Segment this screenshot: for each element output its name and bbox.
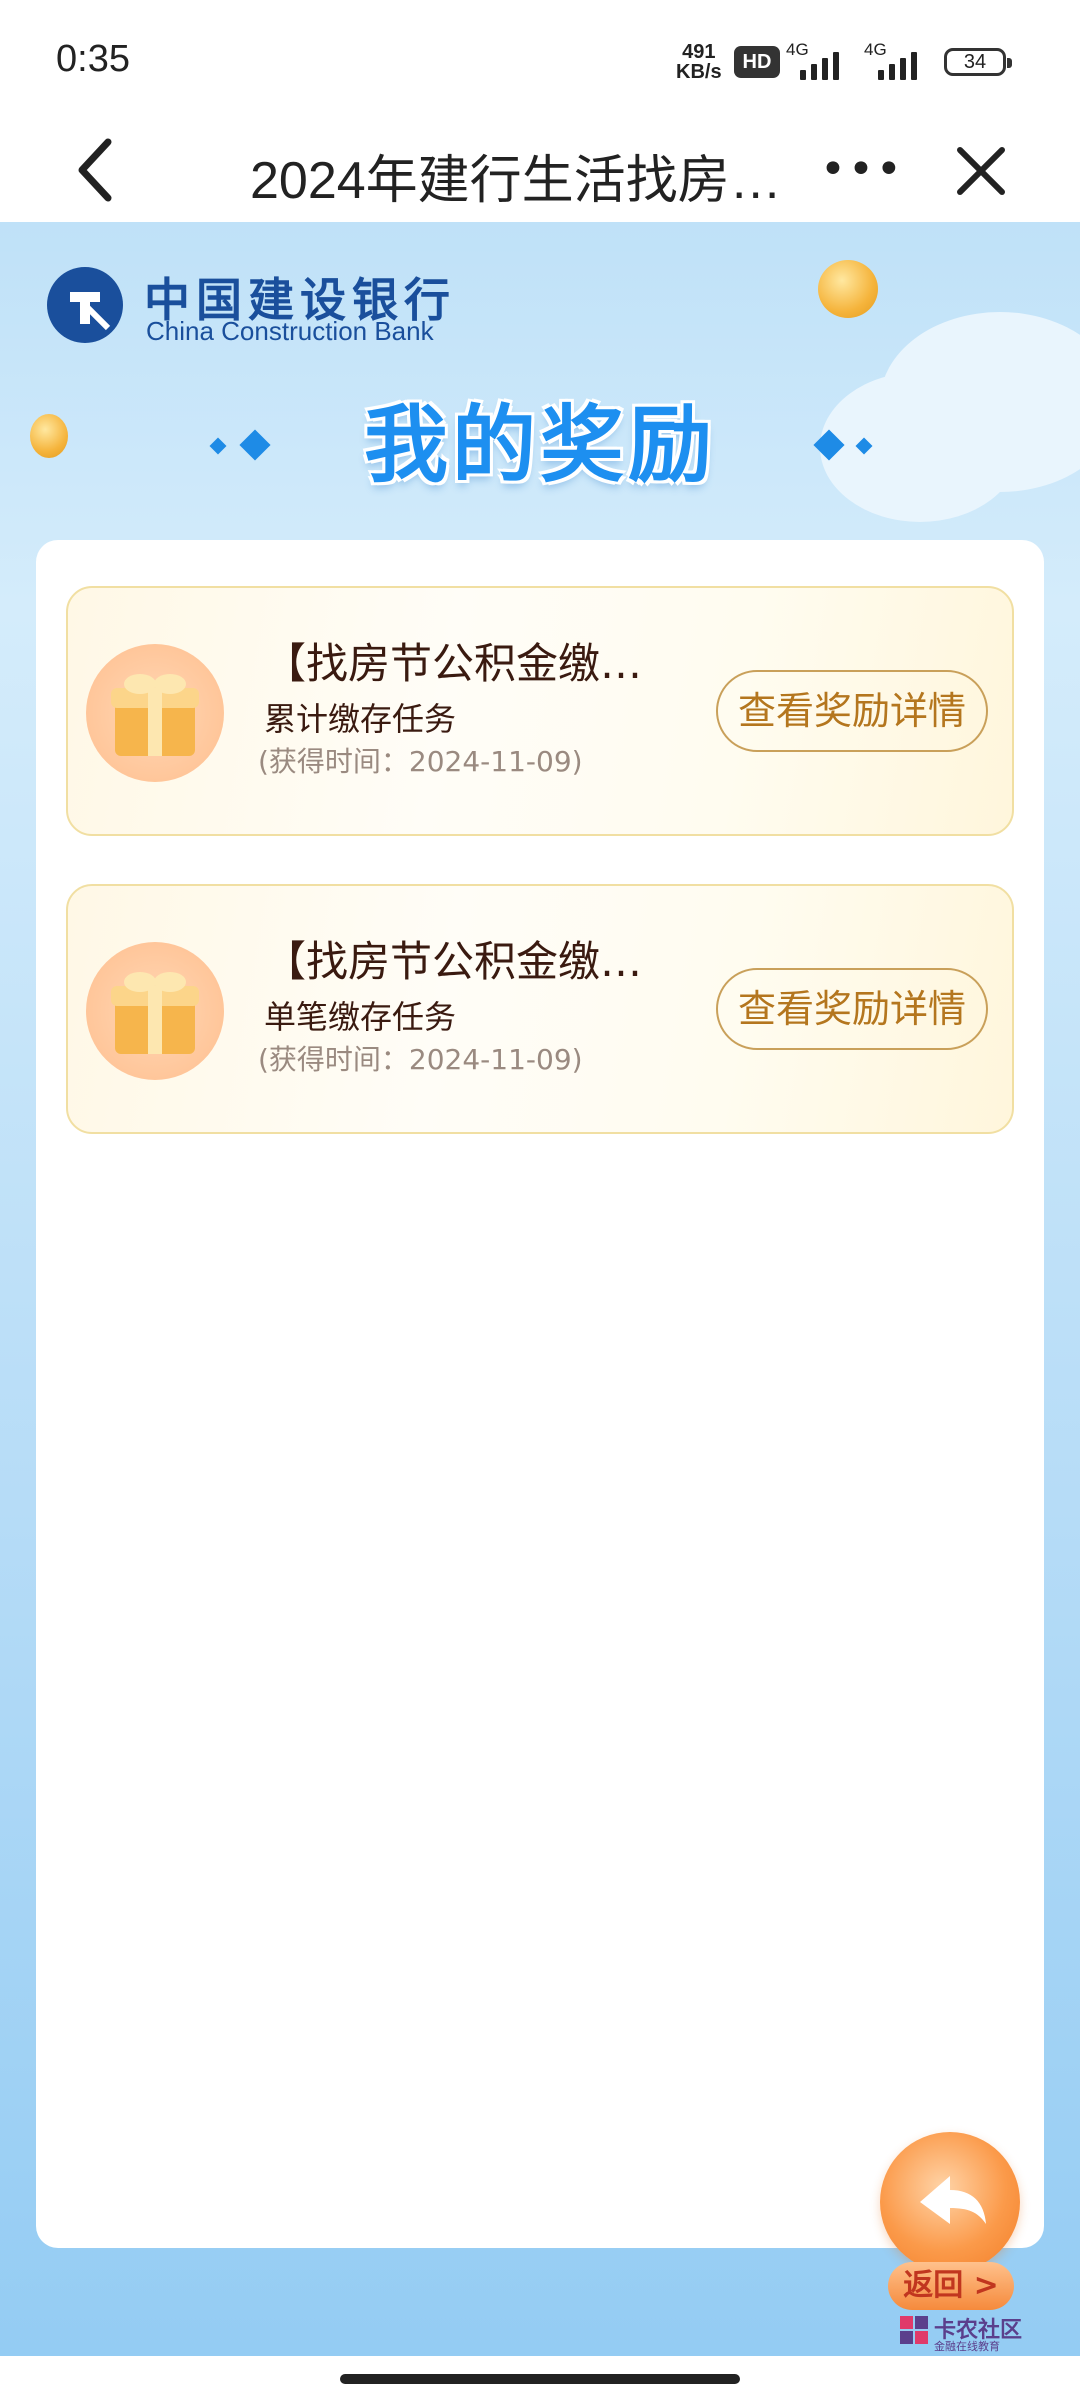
back-button[interactable] (64, 130, 134, 210)
reward-card: 【找房节公积金缴… 累计缴存任务 (获得时间：2024-11-09) 查看奖励详… (66, 586, 1014, 836)
coin-decoration (818, 260, 878, 318)
reward-subtitle: 单笔缴存任务 (264, 998, 457, 1036)
undo-arrow-icon (920, 2176, 986, 2224)
gift-box-icon (86, 644, 224, 782)
reward-card: 【找房节公积金缴… 单笔缴存任务 (获得时间：2024-11-09) 查看奖励详… (66, 884, 1014, 1134)
reward-date: (获得时间：2024-11-09) (258, 745, 583, 778)
network-speed-unit: KB/s (676, 61, 722, 83)
gift-icon (111, 674, 199, 756)
reward-title: 【找房节公积金缴… (264, 937, 643, 986)
gift-icon (111, 972, 199, 1054)
kanong-logo-icon (900, 2316, 928, 2344)
rewards-panel: 【找房节公积金缴… 累计缴存任务 (获得时间：2024-11-09) 查看奖励详… (36, 540, 1044, 2248)
bank-name-en: China Construction Bank (146, 316, 434, 346)
reward-date: (获得时间：2024-11-09) (258, 1043, 583, 1076)
return-button[interactable]: 返回 > (878, 2132, 1026, 2312)
chevron-left-icon (78, 138, 112, 202)
page-title: 2024年建行生活找房… (250, 152, 782, 210)
gift-box-icon (86, 942, 224, 1080)
view-reward-details-button[interactable]: 查看奖励详情 (716, 968, 988, 1050)
close-button[interactable] (950, 132, 1012, 208)
return-label: 返回 > (888, 2262, 1014, 2310)
watermark-tagline: 金融在线教育 (934, 2340, 1000, 2353)
ccb-logo (47, 267, 123, 343)
network-speed: 491 KB/s (676, 42, 722, 82)
more-options-button[interactable]: ••• (820, 148, 902, 192)
network-speed-value: 491 (682, 41, 716, 63)
hd-voice-icon: HD (734, 46, 780, 78)
status-bar: 0:35 491 KB/s HD 4G 4G 34 (0, 0, 1080, 116)
close-icon (957, 147, 1005, 195)
reward-title: 【找房节公积金缴… (264, 639, 643, 688)
rewards-page: 中国建设银行 China Construction Bank 我的奖励 【找房节… (0, 222, 1080, 2356)
view-reward-details-button[interactable]: 查看奖励详情 (716, 670, 988, 752)
home-indicator[interactable] (340, 2374, 740, 2384)
reward-subtitle: 累计缴存任务 (264, 700, 457, 738)
return-arrow-icon (880, 2132, 1020, 2272)
battery-icon: 34 (944, 48, 1012, 76)
status-time: 0:35 (56, 38, 130, 80)
nav-bar: 2024年建行生活找房… ••• (0, 116, 1080, 222)
home-bar (0, 2356, 1080, 2400)
page-heading: 我的奖励 (363, 396, 716, 494)
